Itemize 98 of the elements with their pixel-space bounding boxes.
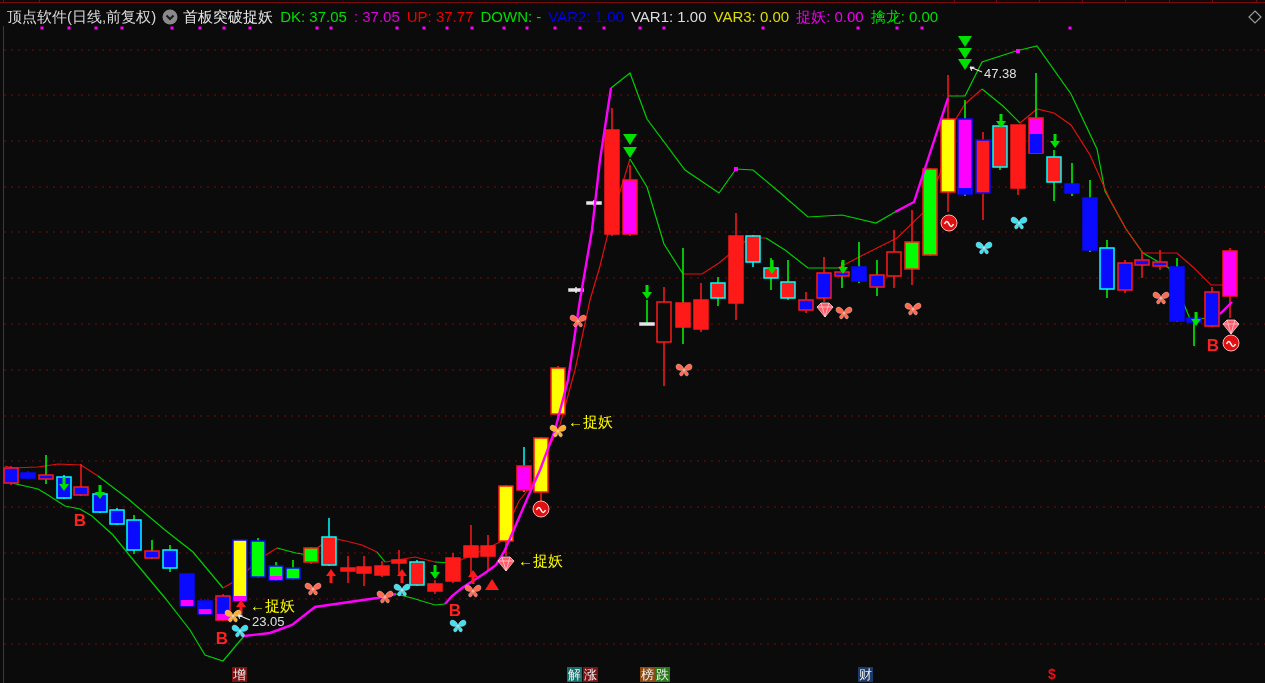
candlestick [268, 561, 284, 582]
candlestick [179, 572, 195, 608]
event-tag[interactable]: 解 [567, 667, 582, 682]
butterfly-icon [904, 302, 922, 316]
event-tag[interactable]: 榜 [640, 667, 655, 682]
butterfly-icon [304, 582, 322, 596]
gem-icon [1222, 319, 1240, 335]
candlestick [586, 199, 602, 207]
callout-label: ←捉妖 [250, 596, 295, 614]
candlestick [285, 559, 301, 581]
pointer-arrow-icon [237, 614, 251, 621]
candlestick [568, 286, 584, 294]
candlestick [38, 454, 54, 485]
down-arrow-icon [95, 485, 105, 499]
candlestick [340, 555, 356, 584]
candlestick [162, 544, 178, 573]
seal-icon [1222, 334, 1240, 352]
candlestick [197, 598, 213, 616]
candlestick [427, 579, 443, 595]
candlestick [1134, 251, 1150, 279]
candlestick [1046, 149, 1062, 202]
butterfly-icon [1152, 291, 1170, 305]
chart-title: 顶点软件(日线,前复权) [7, 8, 157, 26]
up-arrow-icon [468, 570, 478, 584]
butterfly-icon [464, 584, 482, 598]
candlestick [1204, 286, 1220, 328]
event-tag[interactable]: 增 [232, 667, 247, 682]
candlestick [1117, 259, 1133, 294]
event-tag[interactable]: 涨 [583, 667, 598, 682]
down-arrow-icon [996, 114, 1006, 128]
butterfly-icon [224, 609, 242, 623]
candlestick [250, 537, 266, 579]
butterfly-icon [393, 583, 411, 597]
candlestick [321, 517, 337, 567]
up-triangle-icon [485, 579, 499, 590]
butterfly-icon [376, 590, 394, 604]
chevron-down-icon[interactable] [162, 9, 179, 25]
candlestick [780, 259, 796, 301]
butterfly-icon [231, 624, 249, 638]
indicator-readout: DOWN: - [480, 8, 542, 26]
candlestick [816, 256, 832, 303]
candlestick [356, 555, 372, 587]
down-triangle-icon [958, 36, 972, 70]
butterfly-icon [1010, 216, 1028, 230]
candlestick [409, 559, 425, 587]
butterfly-icon [569, 314, 587, 328]
candlestick [1222, 247, 1238, 319]
candlestick [1099, 239, 1115, 299]
down-arrow-icon [838, 260, 848, 274]
pointer-arrow-icon [969, 66, 983, 73]
down-triangle-icon [623, 134, 637, 158]
down-arrow-icon [1191, 312, 1201, 326]
gem-icon [816, 302, 834, 318]
indicator-readout: DK: 37.05 [280, 8, 347, 26]
event-tag[interactable]: 跌 [655, 667, 670, 682]
up-arrow-icon [326, 569, 336, 583]
candlestick [303, 546, 319, 565]
butterfly-icon [449, 619, 467, 633]
candlestick [763, 257, 779, 291]
callout-label: ←捉妖 [568, 412, 613, 430]
indicator-readout: : 37.05 [353, 8, 400, 26]
up-arrow-icon [397, 569, 407, 583]
price-label: 47.38 [984, 65, 1017, 81]
signal-label: B [215, 628, 229, 648]
candlestick [798, 291, 814, 314]
indicator-readout: VAR1: 1.00 [630, 8, 707, 26]
indicator-readout: 捉妖: 0.00 [796, 8, 864, 26]
price-label: 23.05 [252, 613, 285, 629]
callout-label: ←捉妖 [518, 551, 563, 569]
candlestick [92, 491, 108, 514]
seal-icon [940, 214, 958, 232]
indicator-readout: UP: 37.77 [406, 8, 474, 26]
down-arrow-icon [430, 565, 440, 579]
gem-icon [497, 556, 515, 572]
down-arrow-icon [1050, 134, 1060, 148]
candlestick [1010, 124, 1026, 196]
indicator-name[interactable]: 首板突破捉妖 [183, 8, 274, 26]
candlestick [73, 463, 89, 497]
signal-label: B [1206, 335, 1220, 355]
down-arrow-icon [767, 260, 777, 274]
signal-label: B [73, 510, 87, 530]
indicator-readout: VAR2: 1.00 [548, 8, 624, 26]
candlestick [144, 539, 160, 560]
butterfly-icon [835, 306, 853, 320]
indicator-readout: 擒龙: 0.00 [870, 8, 939, 26]
butterfly-icon [549, 424, 567, 438]
down-arrow-icon [642, 285, 652, 299]
butterfly-icon [675, 363, 693, 377]
butterfly-icon [975, 241, 993, 255]
event-symbol[interactable]: $ [1046, 667, 1058, 682]
indicator-readout: VAR3: 0.00 [713, 8, 790, 26]
candlestick [445, 552, 461, 584]
diamond-icon[interactable] [1248, 10, 1262, 24]
signal-label: B [448, 600, 462, 620]
candlestick [1064, 162, 1080, 197]
down-arrow-icon [59, 477, 69, 491]
event-tag[interactable]: 财 [858, 667, 873, 682]
seal-icon [532, 500, 550, 518]
